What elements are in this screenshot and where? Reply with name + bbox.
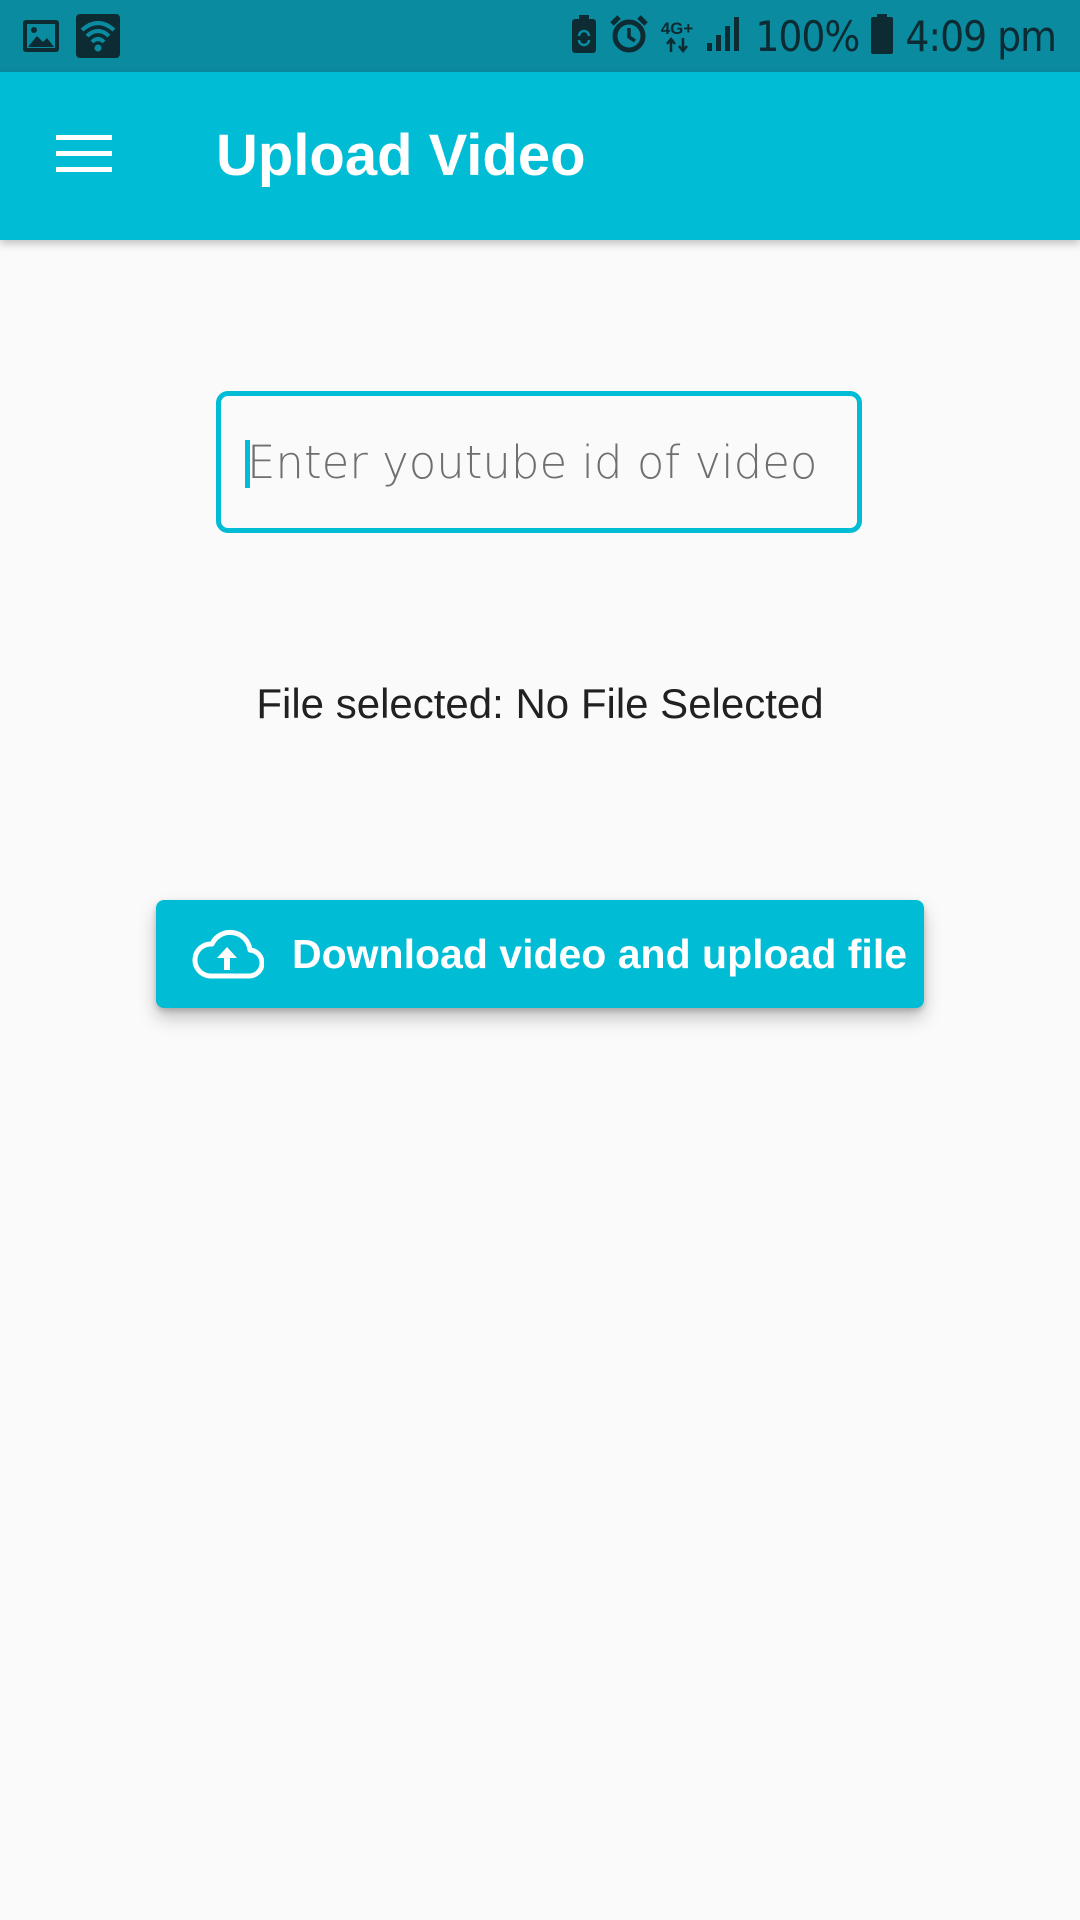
file-selected-status: File selected: No File Selected: [256, 680, 824, 727]
signal-icon: [705, 15, 743, 58]
page-title: Upload Video: [216, 123, 586, 188]
download-upload-button[interactable]: Download video and upload file: [156, 900, 924, 1008]
network-label: 4G+: [660, 18, 694, 38]
status-left-icons: [22, 14, 120, 63]
video-id-field[interactable]: [216, 391, 862, 533]
battery-saver-icon: [571, 14, 597, 59]
status-bar: 4G+ 100% 4:09 pm: [0, 0, 1080, 72]
wifi-icon: [76, 14, 120, 63]
battery-percent: 100%: [755, 11, 860, 61]
alarm-icon: [609, 14, 649, 59]
status-right-icons: 4G+ 100% 4:09 pm: [571, 11, 1057, 61]
upload-button-label: Download video and upload file: [292, 930, 908, 977]
hamburger-menu-icon: [56, 133, 112, 180]
battery-icon: [871, 13, 894, 59]
main-content: File selected: No File Selected Download…: [0, 240, 1080, 1920]
app-bar: Upload Video: [0, 72, 1080, 240]
network-4g-icon: 4G+: [660, 18, 694, 53]
menu-button[interactable]: [40, 112, 128, 200]
gallery-icon: [22, 17, 60, 60]
cloud-upload-icon: [190, 924, 264, 984]
clock: 4:09 pm: [905, 11, 1057, 61]
video-id-input[interactable]: [247, 396, 847, 528]
